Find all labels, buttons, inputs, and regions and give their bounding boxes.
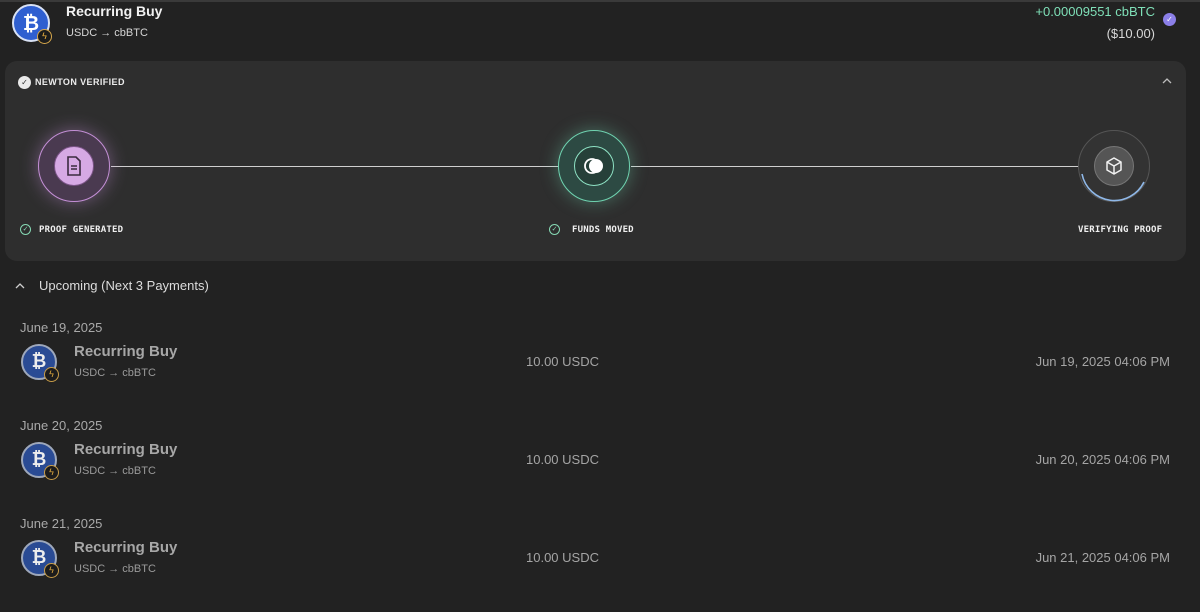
progress-connector xyxy=(631,166,1084,167)
collapse-chevron-icon[interactable] xyxy=(1161,75,1173,87)
step-proof-generated xyxy=(38,130,110,202)
payment-title: Recurring Buy xyxy=(74,441,178,458)
bitcoin-token-icon: ₿ ϟ xyxy=(21,442,59,480)
step-label: VERIFYING PROOF xyxy=(1078,225,1163,235)
progress-connector xyxy=(111,166,564,167)
cube-icon xyxy=(1106,157,1122,175)
usd-value: ($10.00) xyxy=(1106,26,1155,41)
lightning-icon: ϟ xyxy=(44,465,59,480)
bitcoin-token-icon: ₿ ϟ xyxy=(21,540,59,578)
payment-time: Jun 19, 2025 04:06 PM xyxy=(1035,354,1170,369)
payment-date: June 20, 2025 xyxy=(20,418,103,433)
verification-title: NEWTON VERIFIED xyxy=(35,77,125,87)
upcoming-title: Upcoming (Next 3 Payments) xyxy=(39,278,209,293)
payment-time: Jun 21, 2025 04:06 PM xyxy=(1035,550,1170,565)
payment-pair: USDC → cbBTC xyxy=(74,563,156,575)
bitcoin-token-icon: ₿ ϟ xyxy=(21,344,59,382)
verified-badge-icon: ✓ xyxy=(18,76,31,89)
transaction-title: Recurring Buy xyxy=(66,3,163,19)
payment-amount: 10.00 USDC xyxy=(526,354,599,369)
verified-check-icon: ✓ xyxy=(1163,13,1176,26)
lightning-icon: ϟ xyxy=(44,563,59,578)
step-label: FUNDS MOVED xyxy=(572,225,634,235)
received-amount: +0.00009551 cbBTC xyxy=(1035,4,1155,19)
step-funds-moved xyxy=(558,130,630,202)
verification-panel: ✓ NEWTON VERIFIED ✓ PROOF GENERATED ✓ FU… xyxy=(5,61,1186,261)
payment-row[interactable]: June 20, 2025 ₿ ϟ Recurring Buy USDC → c… xyxy=(0,418,1200,508)
payment-date: June 19, 2025 xyxy=(20,320,103,335)
bitcoin-token-icon: ₿ ϟ xyxy=(12,4,52,44)
transaction-pair: USDC → cbBTC xyxy=(66,27,148,39)
document-icon xyxy=(67,156,81,176)
payment-pair: USDC → cbBTC xyxy=(74,465,156,477)
coins-icon xyxy=(584,158,603,174)
transaction-header: ₿ ϟ Recurring Buy USDC → cbBTC +0.000095… xyxy=(0,0,1200,48)
payment-amount: 10.00 USDC xyxy=(526,452,599,467)
payment-time: Jun 20, 2025 04:06 PM xyxy=(1035,452,1170,467)
lightning-icon: ϟ xyxy=(44,367,59,382)
chevron-up-icon xyxy=(15,283,25,289)
step-label: PROOF GENERATED xyxy=(39,225,124,235)
payment-date: June 21, 2025 xyxy=(20,516,103,531)
payment-pair: USDC → cbBTC xyxy=(74,367,156,379)
payment-title: Recurring Buy xyxy=(74,343,178,360)
check-circle-icon: ✓ xyxy=(549,224,560,235)
step-verifying-proof xyxy=(1078,130,1150,202)
check-circle-icon: ✓ xyxy=(20,224,31,235)
payment-title: Recurring Buy xyxy=(74,539,178,556)
payment-row[interactable]: June 21, 2025 ₿ ϟ Recurring Buy USDC → c… xyxy=(0,516,1200,606)
payment-amount: 10.00 USDC xyxy=(526,550,599,565)
payment-row[interactable]: June 19, 2025 ₿ ϟ Recurring Buy USDC → c… xyxy=(0,320,1200,410)
lightning-icon: ϟ xyxy=(37,29,52,44)
